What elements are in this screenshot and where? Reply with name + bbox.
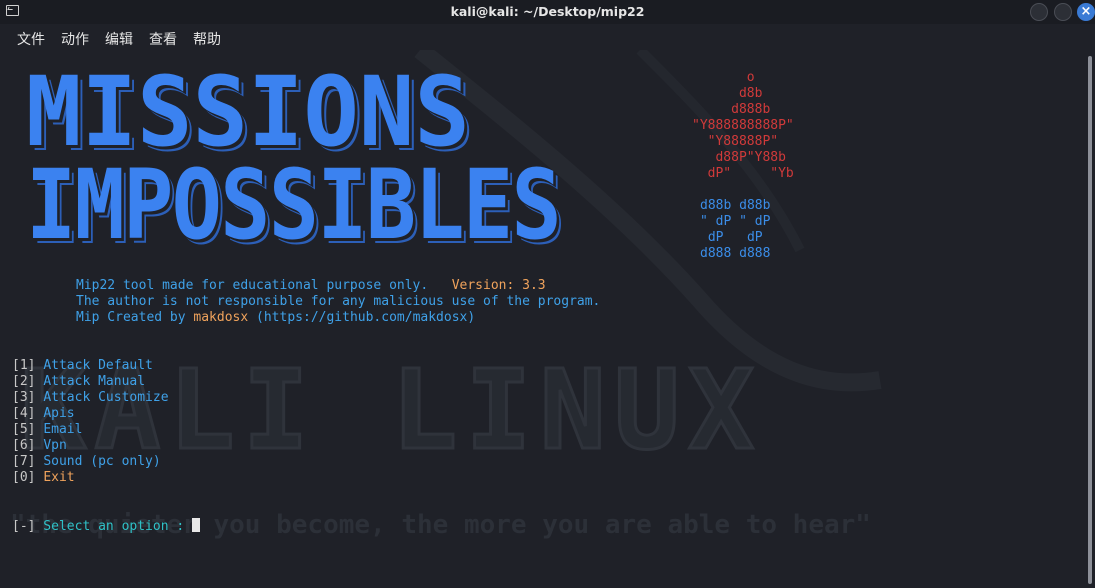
scrollbar-thumb[interactable] — [1088, 56, 1092, 584]
menu-help[interactable]: 帮助 — [193, 29, 221, 49]
menubar: 文件 动作 编辑 查看 帮助 — [0, 24, 1095, 50]
option-label: Attack Manual — [43, 374, 146, 389]
menu-view[interactable]: 查看 — [149, 29, 177, 49]
info-line-2: The author is not responsible for any ma… — [76, 294, 601, 309]
banner-missions: MISSIONS — [26, 56, 470, 168]
close-button[interactable]: × — [1077, 3, 1095, 21]
menu-option[interactable]: [7] Sound (pc only) — [12, 454, 161, 470]
option-key: [1] — [12, 358, 36, 373]
info-purpose: Mip22 tool made for educational purpose … — [76, 278, 429, 293]
info-line-1: Mip22 tool made for educational purpose … — [76, 278, 546, 294]
command-prompt[interactable]: [-] Select an option : — [12, 518, 201, 535]
option-key: [7] — [12, 454, 36, 469]
option-label: Apis — [43, 406, 75, 421]
option-key: [0] — [12, 470, 36, 485]
banner-impossibles: IMPOSSIBLES — [26, 149, 562, 261]
version-label: Version: 3.3 — [451, 278, 546, 293]
terminal-area[interactable]: KALI LINUX "the quieter you become, the … — [0, 50, 1085, 588]
menu-action[interactable]: 动作 — [61, 29, 89, 49]
author-url: (https://github.com/makdosx) — [248, 310, 476, 325]
minimize-button[interactable] — [1030, 3, 1048, 21]
menu-option[interactable]: [6] Vpn — [12, 438, 67, 454]
scrollbar[interactable] — [1085, 50, 1095, 588]
author-name: makdosx — [193, 310, 249, 325]
option-label: Attack Customize — [43, 390, 169, 405]
menu-option[interactable]: [4] Apis — [12, 406, 75, 422]
window-titlebar: kali@kali: ~/Desktop/mip22 × — [0, 0, 1095, 24]
info-line-3: Mip Created by makdosx (https://github.c… — [76, 310, 475, 326]
window-title: kali@kali: ~/Desktop/mip22 — [450, 4, 645, 19]
menu-option[interactable]: [5] Email — [12, 422, 82, 438]
prompt-text: Select an option : — [35, 519, 193, 534]
option-label: Email — [43, 422, 83, 437]
maximize-button[interactable] — [1054, 3, 1072, 21]
option-label: Vpn — [43, 438, 67, 453]
option-key: [3] — [12, 390, 36, 405]
menu-file[interactable]: 文件 — [17, 29, 45, 49]
option-key: [4] — [12, 406, 36, 421]
option-label: Sound (pc only) — [43, 454, 161, 469]
info-created-by: Mip Created by — [76, 310, 194, 325]
option-key: [2] — [12, 374, 36, 389]
ascii-art-red: o d8b d888b "Y888888888P" "Y88888P" d88P… — [692, 70, 794, 181]
prompt-bracket: [-] — [12, 519, 36, 534]
menu-option[interactable]: [1] Attack Default — [12, 358, 153, 374]
menu-option[interactable]: [3] Attack Customize — [12, 390, 169, 406]
option-label: Attack Default — [43, 358, 153, 373]
menu-edit[interactable]: 编辑 — [105, 29, 133, 49]
option-key: [6] — [12, 438, 36, 453]
option-key: [5] — [12, 422, 36, 437]
text-cursor — [192, 518, 201, 532]
menu-option[interactable]: [2] Attack Manual — [12, 374, 145, 390]
menu-option-exit[interactable]: [0] Exit — [12, 470, 75, 486]
ascii-art-blue: d88b d88b " dP " dP dP dP d888 d888 — [700, 198, 771, 261]
option-label: Exit — [43, 470, 75, 485]
